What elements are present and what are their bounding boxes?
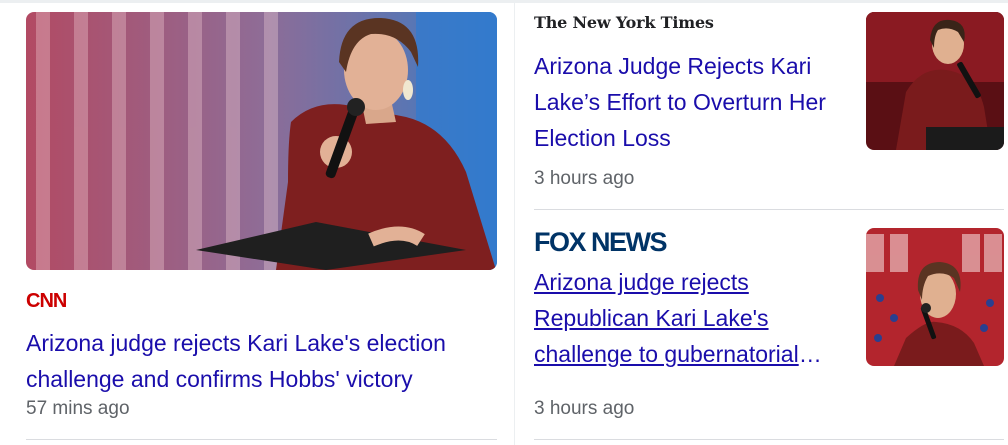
divider — [534, 209, 1004, 210]
nyt-logo: The New York Times — [534, 13, 714, 32]
headline-link[interactable]: Arizona Judge Rejects Kari Lake’s Effort… — [534, 48, 844, 156]
kari-lake-speaking-photo[interactable] — [26, 12, 497, 270]
news-card-nyt[interactable]: The New York Times Arizona Judge Rejects… — [534, 10, 1004, 210]
divider — [534, 439, 1004, 440]
kari-lake-podium-photo[interactable] — [866, 12, 1004, 150]
news-card-fox[interactable]: FOX NEWS Arizona judge rejects Republica… — [534, 226, 1004, 445]
column-divider — [514, 0, 515, 445]
fox-news-logo: FOX NEWS — [534, 226, 684, 256]
headline-link[interactable]: Arizona judge rejects Republican Kari La… — [534, 264, 844, 372]
divider — [26, 439, 497, 440]
kari-lake-rally-photo[interactable] — [866, 228, 1004, 366]
svg-text:CNN: CNN — [26, 290, 67, 311]
svg-text:FOX NEWS: FOX NEWS — [534, 227, 666, 256]
news-card-cnn[interactable]: CNN Arizona judge rejects Kari Lake's el… — [26, 12, 497, 445]
cnn-logo: CNN — [26, 289, 70, 311]
timestamp: 3 hours ago — [534, 398, 635, 419]
top-divider — [0, 0, 1008, 3]
timestamp: 57 mins ago — [26, 398, 130, 419]
timestamp: 3 hours ago — [534, 168, 635, 189]
headline-link[interactable]: Arizona judge rejects Kari Lake's electi… — [26, 325, 497, 397]
